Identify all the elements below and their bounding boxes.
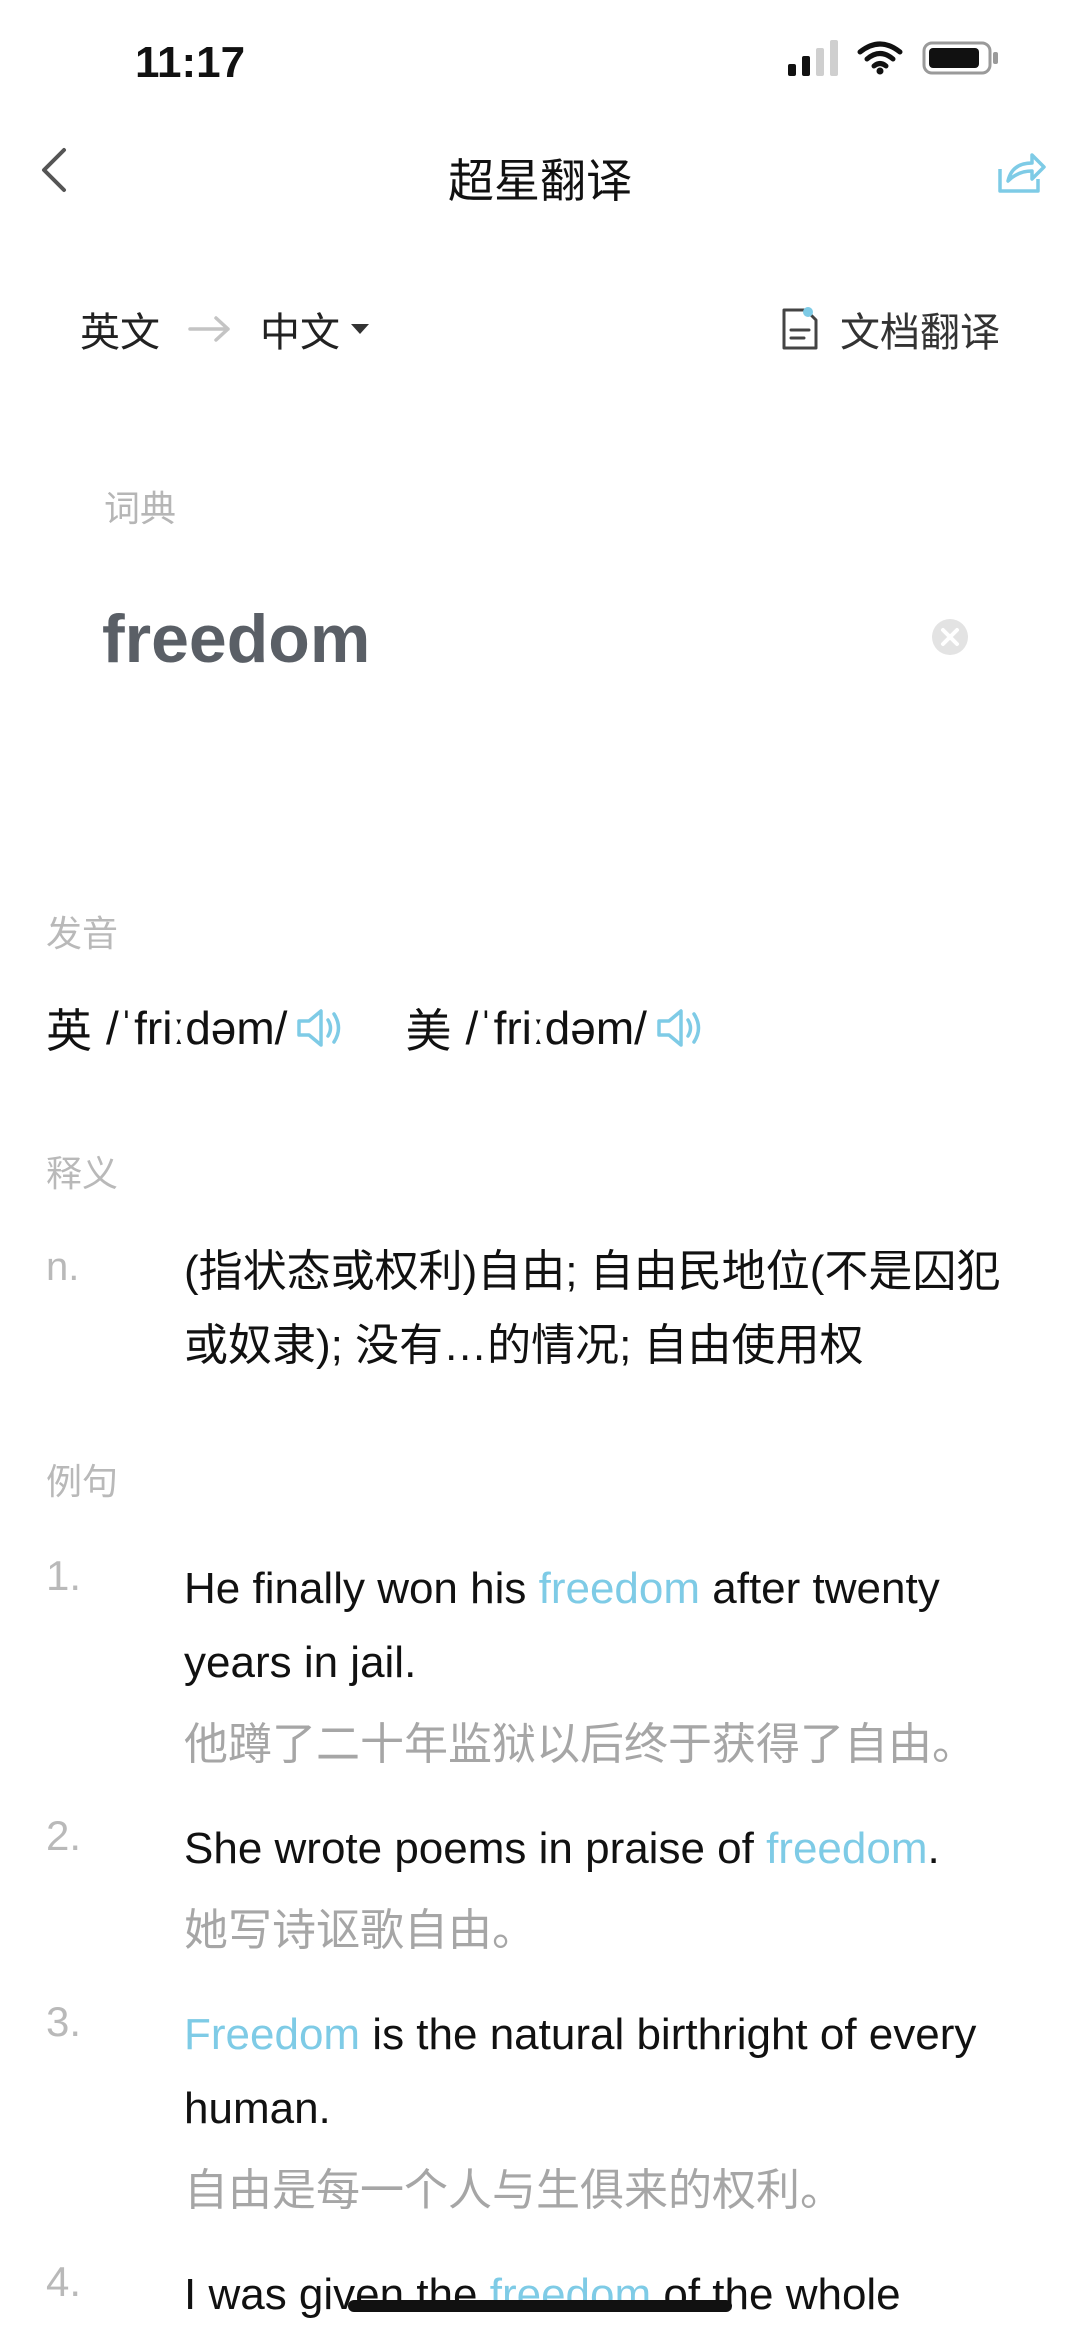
target-language[interactable]: 中文 <box>260 300 370 358</box>
source-language[interactable]: 英文 <box>80 300 160 358</box>
caret-down-icon <box>351 324 369 334</box>
part-of-speech: n. <box>46 1245 80 1289</box>
example-keyword: freedom <box>766 1824 928 1873</box>
example-keyword: Freedom <box>184 2010 361 2059</box>
example-sentence: I was given the freedom of the whole <box>184 2258 1024 2332</box>
word-input[interactable]: freedom <box>102 600 370 678</box>
example-sentence: She wrote poems in praise of freedom. <box>184 1812 1024 1886</box>
uk-region: 英 <box>46 1005 92 1057</box>
uk-ipa: /ˈfriːdəm/ <box>106 1002 288 1054</box>
example-number: 4. <box>46 2258 82 2305</box>
example-number: 1. <box>46 1552 82 1599</box>
clear-icon[interactable] <box>930 617 970 657</box>
wifi-icon <box>857 41 903 75</box>
arrow-right-icon <box>188 316 230 342</box>
pronunciation-row: 英 /ˈfriːdəm/ 美 /ˈfriːdəm/ <box>46 995 705 1061</box>
uk-speaker-icon[interactable] <box>295 1003 345 1053</box>
dictionary-label: 词典 <box>104 488 177 529</box>
examples-header: 例句 <box>46 1461 119 1502</box>
document-icon <box>782 307 818 350</box>
example-text: . <box>927 1824 940 1873</box>
document-translate-button[interactable]: 文档翻译 <box>780 300 1000 358</box>
status-icons <box>788 40 1000 76</box>
page-title: 超星翻译 <box>448 155 632 207</box>
cellular-signal-icon <box>788 40 838 76</box>
example-translation: 自由是每一个人与生俱来的权利。 <box>184 2166 844 2215</box>
language-selector: 英文 中文 <box>80 300 370 358</box>
example-text: She wrote poems in praise of <box>184 1824 767 1873</box>
us-ipa: /ˈfriːdəm/ <box>465 1002 647 1054</box>
example-keyword: freedom <box>538 1564 701 1613</box>
battery-icon <box>922 41 998 75</box>
example-number: 2. <box>46 1812 82 1859</box>
pronunciation-header: 发音 <box>46 913 119 954</box>
document-translate-label: 文档翻译 <box>840 311 1000 355</box>
share-icon[interactable] <box>992 145 1048 201</box>
home-indicator[interactable] <box>348 2300 732 2312</box>
status-time: 11:17 <box>135 38 246 87</box>
example-sentence: Freedom is the natural birthright of eve… <box>184 1998 1024 2146</box>
example-text: He finally won his <box>184 1564 539 1613</box>
example-translation: 他蹲了二十年监狱以后终于获得了自由。 <box>184 1720 976 1769</box>
definition-header: 释义 <box>46 1153 119 1194</box>
example-sentence: He finally won his freedom after twenty … <box>184 1552 1024 1700</box>
us-region: 美 <box>405 1005 452 1057</box>
us-speaker-icon[interactable] <box>655 1003 705 1053</box>
example-translation: 她写诗讴歌自由。 <box>184 1906 536 1955</box>
example-number: 3. <box>46 1998 82 2045</box>
target-language-label: 中文 <box>260 311 340 355</box>
definition-text: (指状态或权利)自由; 自由民地位(不是囚犯或奴隶); 没有…的情况; 自由使用… <box>184 1247 1001 1370</box>
